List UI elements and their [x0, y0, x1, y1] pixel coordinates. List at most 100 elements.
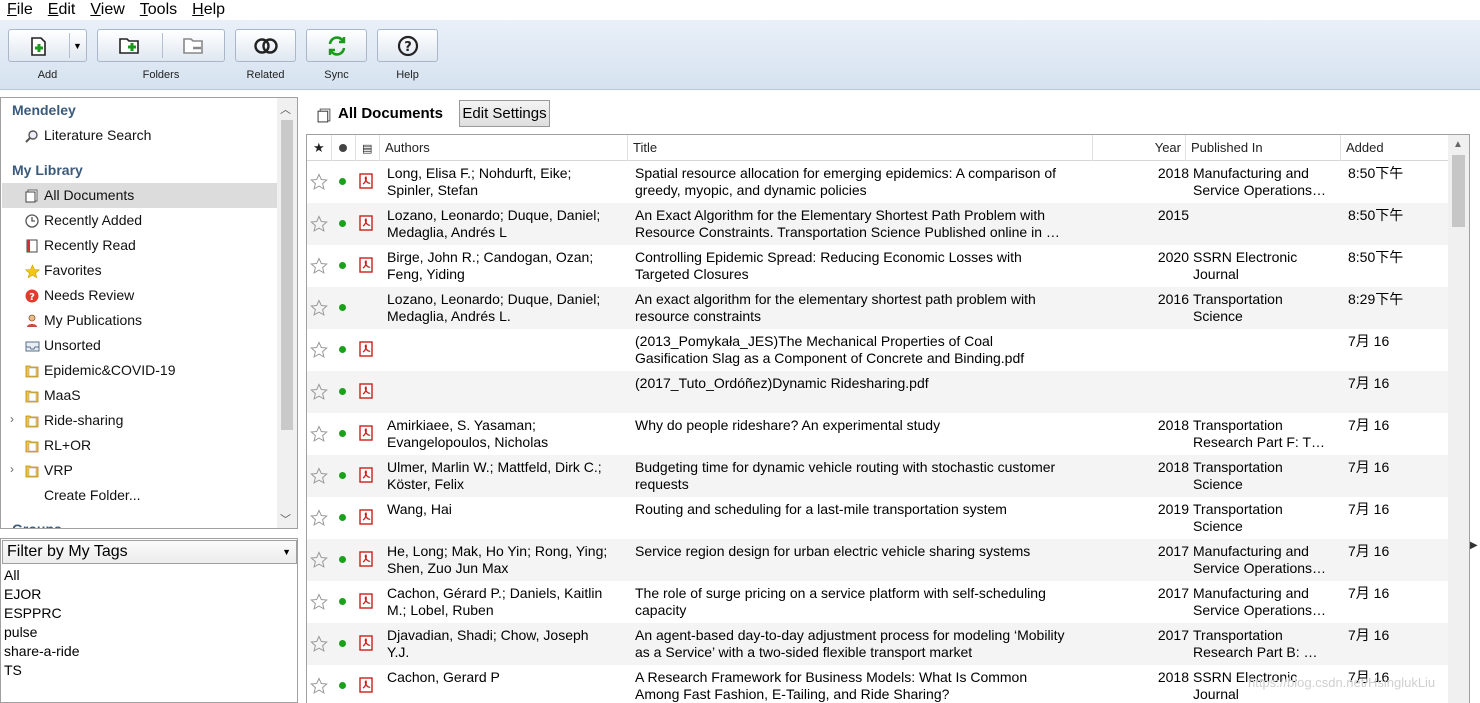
- pdf-file-icon[interactable]: [359, 341, 373, 361]
- table-row[interactable]: Amirkiaee, S. Yasaman; Evangelopoulos, Ni…: [307, 413, 1449, 455]
- menu-view[interactable]: View: [83, 0, 132, 20]
- remove-folder-icon[interactable]: [163, 30, 225, 61]
- pdf-file-icon[interactable]: [359, 257, 373, 277]
- sidebar-item-unsorted[interactable]: Unsorted: [2, 333, 277, 358]
- tag-item[interactable]: ESPPRC: [4, 605, 62, 621]
- favorite-star-icon[interactable]: [310, 509, 328, 531]
- read-status-dot-icon[interactable]: [339, 388, 346, 395]
- favorite-star-icon[interactable]: [310, 425, 328, 447]
- table-row[interactable]: Wang, Hai Routing and scheduling for a la…: [307, 497, 1449, 539]
- favorite-column-header[interactable]: ★: [307, 135, 332, 161]
- year-column-header[interactable]: Year: [1093, 135, 1186, 161]
- read-status-dot-icon[interactable]: [339, 556, 346, 563]
- pdf-file-icon[interactable]: [359, 173, 373, 193]
- scroll-up-arrow-icon[interactable]: ︿: [280, 101, 291, 117]
- sidebar-item-folder-maas[interactable]: MaaS: [2, 383, 277, 408]
- sidebar-item-all-documents[interactable]: All Documents: [2, 183, 277, 208]
- read-status-dot-icon[interactable]: [339, 178, 346, 185]
- scroll-down-arrow-icon[interactable]: ﹀: [280, 511, 291, 527]
- menu-tools[interactable]: Tools: [133, 0, 185, 20]
- tag-item[interactable]: share-a-ride: [4, 643, 79, 659]
- favorite-star-icon[interactable]: [310, 467, 328, 489]
- add-dropdown-chevron-icon[interactable]: ▼: [73, 41, 82, 51]
- title-column-header[interactable]: Title: [628, 135, 1093, 161]
- menu-edit[interactable]: Edit: [41, 0, 84, 20]
- sidebar-item-my-publications[interactable]: My Publications: [2, 308, 277, 333]
- table-row[interactable]: Djavadian, Shadi; Chow, Joseph Y.J. An age…: [307, 623, 1449, 665]
- sidebar-item-literature-search[interactable]: Literature Search: [2, 123, 277, 148]
- sidebar-item-recently-read[interactable]: Recently Read: [2, 233, 277, 258]
- sidebar-item-folder-rl-or[interactable]: RL+OR: [2, 433, 277, 458]
- tag-filter-select[interactable]: Filter by My Tags ▼: [2, 540, 297, 564]
- sidebar-item-folder-vrp[interactable]: › VRP: [2, 458, 277, 483]
- edit-settings-button[interactable]: Edit Settings: [459, 100, 550, 127]
- read-status-dot-icon[interactable]: [339, 472, 346, 479]
- table-row[interactable]: Cachon, Gérard P.; Daniels, Kaitlin M.; L…: [307, 581, 1449, 623]
- favorite-star-icon[interactable]: [310, 173, 328, 195]
- read-status-dot-icon[interactable]: [339, 220, 346, 227]
- pdf-file-icon[interactable]: [359, 215, 373, 235]
- scroll-up-arrow-icon[interactable]: ▲: [1453, 139, 1463, 150]
- add-button[interactable]: ▼: [8, 29, 87, 62]
- add-folder-icon[interactable]: [98, 30, 162, 61]
- pdf-file-icon[interactable]: [359, 677, 373, 697]
- favorite-star-icon[interactable]: [310, 551, 328, 573]
- sidebar-item-folder-epidemic-covid[interactable]: Epidemic&COVID-19: [2, 358, 277, 383]
- read-status-dot-icon[interactable]: [339, 640, 346, 647]
- read-status-dot-icon[interactable]: [339, 598, 346, 605]
- pdf-file-icon[interactable]: [359, 467, 373, 487]
- tag-item[interactable]: All: [4, 567, 20, 583]
- menu-help[interactable]: Help: [185, 0, 233, 20]
- related-button[interactable]: [235, 29, 296, 62]
- favorite-star-icon[interactable]: [310, 677, 328, 699]
- tag-item[interactable]: TS: [4, 662, 22, 678]
- read-status-column-header[interactable]: [332, 135, 356, 161]
- expand-chevron-icon[interactable]: ›: [10, 412, 14, 426]
- create-folder-link[interactable]: Create Folder...: [2, 483, 277, 508]
- added-column-header[interactable]: Added: [1341, 135, 1449, 161]
- tag-item[interactable]: pulse: [4, 624, 37, 640]
- read-status-dot-icon[interactable]: [339, 346, 346, 353]
- table-row[interactable]: Ulmer, Marlin W.; Mattfeld, Dirk C.; Köst…: [307, 455, 1449, 497]
- table-row[interactable]: (2013_Pomykała_JES)The Mechanical Proper…: [307, 329, 1449, 371]
- read-status-dot-icon[interactable]: [339, 514, 346, 521]
- help-button[interactable]: ?: [377, 29, 438, 62]
- read-status-dot-icon[interactable]: [339, 682, 346, 689]
- read-status-dot-icon[interactable]: [339, 304, 346, 311]
- sidebar-item-recently-added[interactable]: Recently Added: [2, 208, 277, 233]
- pdf-file-icon[interactable]: [359, 551, 373, 571]
- table-row[interactable]: Lozano, Leonardo; Duque, Daniel; Medaglia…: [307, 287, 1449, 329]
- sidebar-item-favorites[interactable]: Favorites: [2, 258, 277, 283]
- table-row[interactable]: Lozano, Leonardo; Duque, Daniel; Medaglia…: [307, 203, 1449, 245]
- favorite-star-icon[interactable]: [310, 257, 328, 279]
- pdf-file-icon[interactable]: [359, 425, 373, 445]
- menu-file[interactable]: File: [0, 0, 41, 20]
- sync-button[interactable]: [306, 29, 367, 62]
- sidebar-item-needs-review[interactable]: ? Needs Review: [2, 283, 277, 308]
- pdf-file-icon[interactable]: [359, 635, 373, 655]
- read-status-dot-icon[interactable]: [339, 262, 346, 269]
- sidebar-scrollbar[interactable]: ︿ ﹀: [277, 98, 297, 528]
- scrollbar-thumb[interactable]: [281, 120, 293, 430]
- favorite-star-icon[interactable]: [310, 593, 328, 615]
- table-row[interactable]: Birge, John R.; Candogan, Ozan; Feng, Yid…: [307, 245, 1449, 287]
- favorite-star-icon[interactable]: [310, 635, 328, 657]
- table-scrollbar[interactable]: ▲: [1448, 135, 1469, 703]
- read-status-dot-icon[interactable]: [339, 430, 346, 437]
- scrollbar-thumb[interactable]: [1452, 155, 1465, 227]
- published-in-column-header[interactable]: Published In: [1186, 135, 1341, 161]
- expand-chevron-icon[interactable]: ›: [10, 462, 14, 476]
- table-row[interactable]: (2017_Tuto_Ordóñez)Dynamic Ridesharing.p…: [307, 371, 1449, 413]
- table-row[interactable]: He, Long; Mak, Ho Yin; Rong, Ying; Shen, …: [307, 539, 1449, 581]
- panel-expand-arrow-icon[interactable]: ▶: [1470, 540, 1478, 551]
- authors-column-header[interactable]: Authors: [380, 135, 628, 161]
- sidebar-item-folder-ride-sharing[interactable]: › Ride-sharing: [2, 408, 277, 433]
- favorite-star-icon[interactable]: [310, 215, 328, 237]
- file-column-header[interactable]: ▤: [356, 135, 380, 161]
- pdf-file-icon[interactable]: [359, 593, 373, 613]
- tag-item[interactable]: EJOR: [4, 586, 41, 602]
- favorite-star-icon[interactable]: [310, 299, 328, 321]
- favorite-star-icon[interactable]: [310, 341, 328, 363]
- pdf-file-icon[interactable]: [359, 383, 373, 403]
- favorite-star-icon[interactable]: [310, 383, 328, 405]
